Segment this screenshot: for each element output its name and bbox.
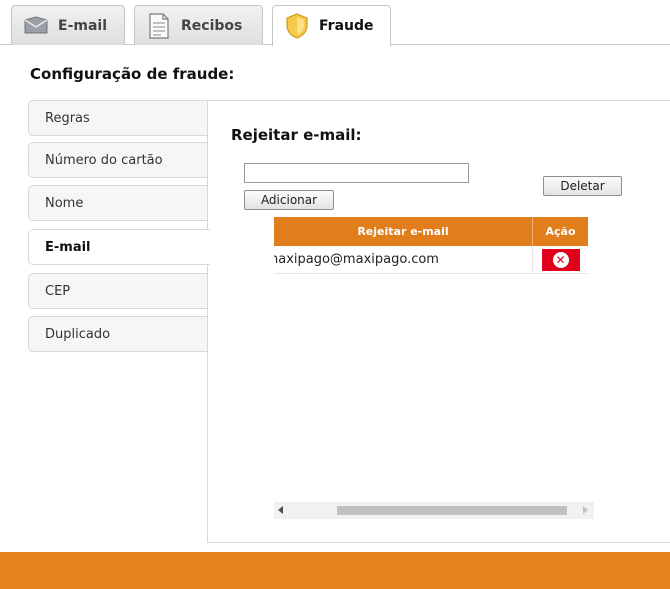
page-title: Configuração de fraude: (30, 65, 235, 83)
tab-email[interactable]: E-mail (11, 5, 125, 45)
envelope-icon (22, 12, 50, 40)
side-item-nome[interactable]: Nome (28, 185, 208, 221)
footer-bar (0, 552, 670, 589)
scrollbar-thumb[interactable] (337, 506, 567, 515)
tab-recibos-label: Recibos (181, 17, 243, 34)
side-item-cep[interactable]: CEP (28, 273, 208, 309)
add-button[interactable]: Adicionar (244, 190, 334, 210)
cell-action: ✕ (533, 246, 588, 273)
side-item-duplicado[interactable]: Duplicado (28, 316, 208, 352)
document-icon (145, 12, 173, 40)
email-input[interactable] (244, 163, 469, 183)
delete-icon[interactable]: ✕ (541, 248, 580, 271)
close-icon: ✕ (552, 251, 569, 268)
horizontal-scrollbar[interactable] (274, 502, 594, 519)
rejected-email-table: Rejeitar e-mail Ação naxipago@maxipago.c… (274, 217, 588, 274)
content-panel: Rejeitar e-mail: Adicionar Deletar Rejei… (207, 100, 670, 543)
table-row[interactable]: naxipago@maxipago.com ✕ (274, 246, 588, 274)
tab-fraude-label: Fraude (319, 18, 374, 34)
column-header-email[interactable]: Rejeitar e-mail (274, 217, 533, 246)
panel-title: Rejeitar e-mail: (231, 126, 362, 144)
tab-email-label: E-mail (58, 17, 108, 34)
side-item-regras[interactable]: Regras (28, 100, 208, 136)
cell-email: naxipago@maxipago.com (274, 246, 533, 273)
scroll-right-icon[interactable] (583, 506, 588, 514)
email-value: naxipago@maxipago.com (274, 252, 439, 267)
column-header-action[interactable]: Ação (533, 217, 588, 246)
side-item-numero-cartao[interactable]: Número do cartão (28, 142, 208, 178)
table-header: Rejeitar e-mail Ação (274, 217, 588, 246)
tab-recibos[interactable]: Recibos (134, 5, 263, 45)
delete-button[interactable]: Deletar (543, 176, 622, 196)
shield-icon (283, 12, 311, 40)
side-item-email[interactable]: E-mail (28, 229, 210, 265)
tab-fraude[interactable]: Fraude (272, 5, 391, 46)
scroll-left-icon[interactable] (278, 506, 283, 514)
tab-bar: E-mail Recibos Fraude (0, 0, 670, 46)
